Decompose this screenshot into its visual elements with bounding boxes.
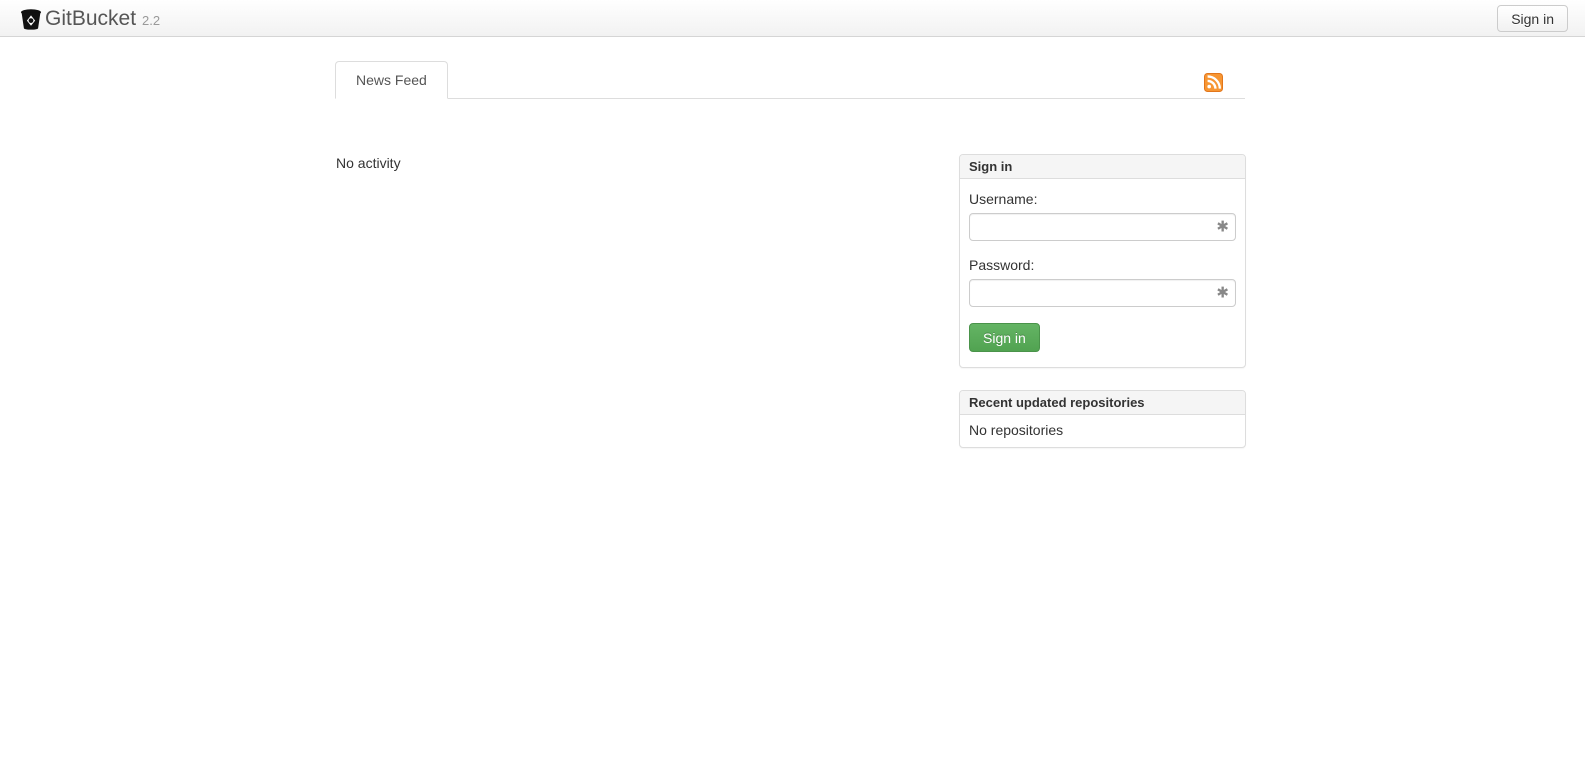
recent-repositories-title: Recent updated repositories xyxy=(960,391,1245,415)
no-repositories-message: No repositories xyxy=(969,422,1064,438)
activity-area: No activity xyxy=(336,155,896,171)
sidebar: Sign in Username: ✱ Password: ✱ Sign in … xyxy=(959,154,1246,470)
app-header: GitBucket 2.2 Sign in xyxy=(0,0,1585,37)
recent-repositories-panel: Recent updated repositories No repositor… xyxy=(959,390,1246,448)
password-label: Password: xyxy=(969,257,1035,273)
username-field-wrap: ✱ xyxy=(969,213,1236,241)
header-signin-button[interactable]: Sign in xyxy=(1497,5,1568,32)
username-label: Username: xyxy=(969,191,1038,207)
tab-bar: News Feed xyxy=(335,61,1245,99)
page-body: News Feed No activity Sign in Username: … xyxy=(0,37,1585,776)
tab-news-feed[interactable]: News Feed xyxy=(335,61,448,99)
no-activity-message: No activity xyxy=(336,155,401,171)
signin-submit-button[interactable]: Sign in xyxy=(969,323,1040,352)
brand-name: GitBucket xyxy=(45,6,137,30)
bucket-icon xyxy=(20,8,42,30)
username-input[interactable] xyxy=(969,213,1236,241)
signin-panel-body: Username: ✱ Password: ✱ Sign in xyxy=(960,179,1245,367)
password-field-wrap: ✱ xyxy=(969,279,1236,307)
brand-version: 2.2 xyxy=(142,12,161,28)
signin-panel: Sign in Username: ✱ Password: ✱ Sign in xyxy=(959,154,1246,368)
signin-panel-title: Sign in xyxy=(960,155,1245,179)
rss-icon[interactable] xyxy=(1204,73,1223,92)
brand-link[interactable]: GitBucket 2.2 xyxy=(20,6,161,30)
password-input[interactable] xyxy=(969,279,1236,307)
